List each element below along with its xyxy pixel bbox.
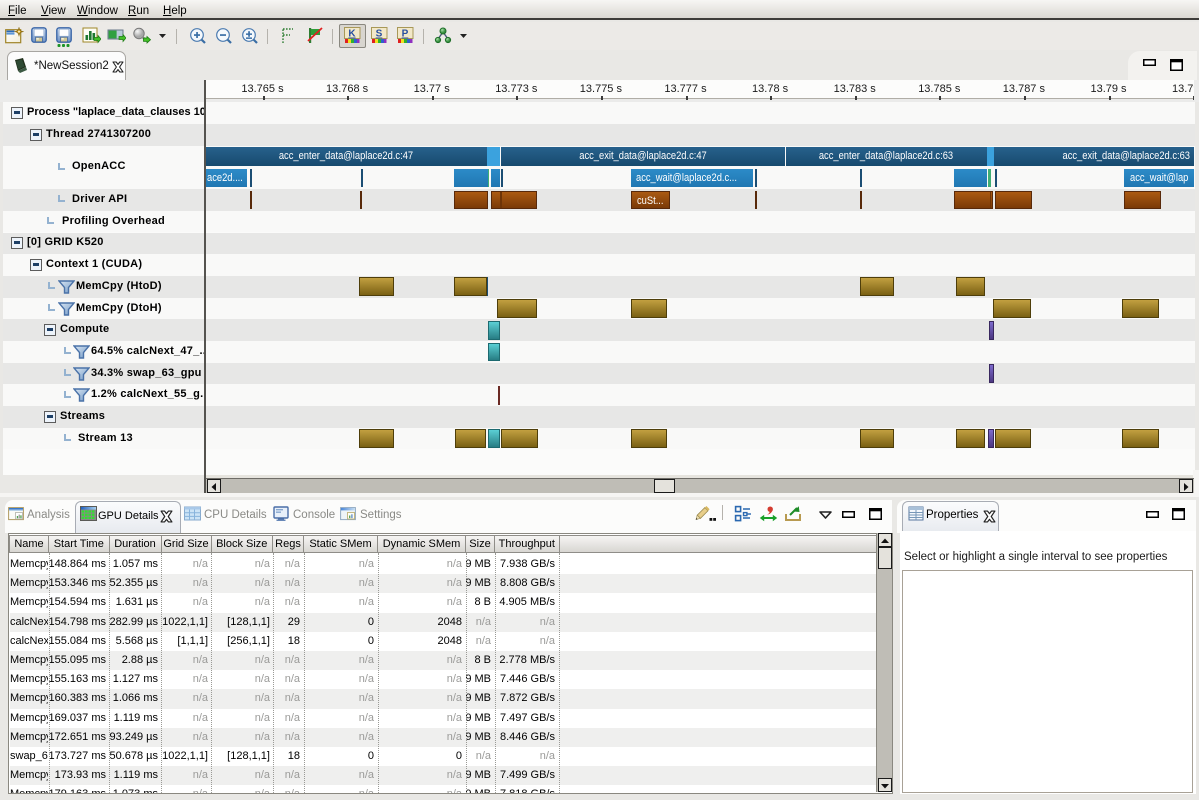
svg-text:K: K — [348, 29, 356, 40]
svg-text:P: P — [402, 29, 409, 40]
svg-text:S: S — [376, 29, 383, 40]
